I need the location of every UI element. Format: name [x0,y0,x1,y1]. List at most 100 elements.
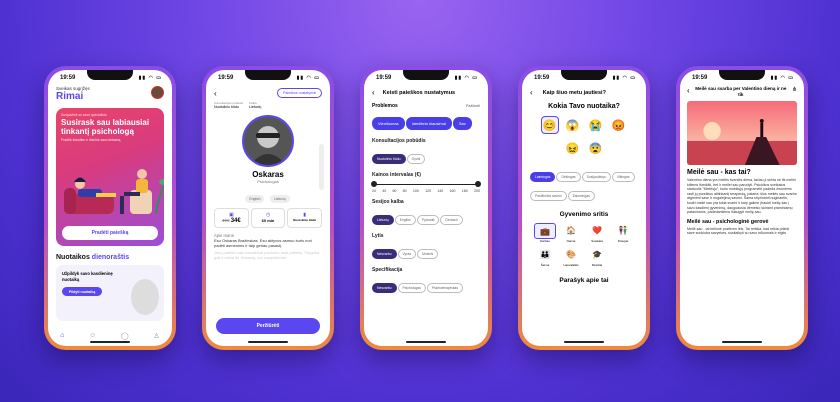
lang-chip: English [245,195,265,203]
spec-chip[interactable]: Psichoterapeutas [426,283,464,293]
area-home[interactable]: 🏠 Namai [560,223,582,243]
slider-handle-min[interactable] [371,181,377,187]
tick: 140 [437,189,444,193]
signal-battery-icon: ▮▮ ◠ ▭ [138,75,162,81]
area-health[interactable]: ❤️ Sveikata [586,223,608,243]
emoji-surprised-icon[interactable]: 😱 [564,116,582,134]
gender-chip[interactable]: Moteris [417,249,439,259]
back-icon[interactable]: ‹ [687,86,690,95]
area-work[interactable]: 💼 Darbas [534,223,556,243]
price-ticks: 20 40 60 80 100 120 140 160 180 200 [372,189,480,193]
lang-chip[interactable]: Deutsch [440,215,463,225]
area-friends[interactable]: 👫 Draugai [612,223,634,243]
mood-diary-title: Nuotaikos dienoraštis [56,254,164,261]
emoji-grid: 😊 😱 😭 😡 😖 😨 [530,116,638,157]
consult-chip[interactable]: Nuotoliniu būdu [372,154,406,164]
mood-chip[interactable]: Žaismingas [567,191,595,201]
avatar[interactable] [151,86,164,99]
mood-screen: 19:59 ▮▮ ◠ ▭ ‹ Kaip šiuo metu jautiesi? K… [522,70,646,346]
graduation-icon: 🎓 [592,250,602,259]
mood-chip[interactable]: Dėkingas [556,172,581,182]
phone-filters: 19:59 ▮▮ ◠ ▭ ‹ Keisti paieškos nustatymus… [360,66,492,350]
signal-battery-icon: ▮▮ ◠ ▭ [454,75,478,81]
lang-chip[interactable]: Русский [416,215,440,225]
back-icon[interactable]: ‹ [530,88,533,97]
about-more: Jūsų patirtis man kasdieniai pasirodo ra… [214,250,320,260]
tick: 160 [449,189,456,193]
phone-article: 19:59 ▮▮ ◠ ▭ ‹ Meilė sau svarba per Valen… [676,66,808,350]
emoji-sad-icon[interactable]: 😭 [587,116,605,134]
banner-title: Susirask sau labiausiai tinkantį psichol… [61,118,150,136]
see-all-link[interactable]: Pažiūrėti [466,104,480,108]
view-button[interactable]: Peržiūrėti [216,318,320,334]
tick: 100 [412,189,419,193]
mood-chip[interactable]: Susijaudinęs [581,172,611,182]
duration-card: ◷ 60 min [250,208,286,228]
tick: 20 [372,189,376,193]
emoji-anxious-icon[interactable]: 😖 [564,139,582,157]
home-indicator [406,341,446,343]
old-price: 49€ [221,218,230,223]
smile-icon[interactable]: ☺ [89,332,96,340]
area-label: Mokslai [591,263,603,267]
fill-mood-button[interactable]: Pildyti nuotaiką [62,287,102,296]
mood-card: Užpildyk savo kasdieninę nuotaiką Pildyt… [56,265,164,321]
notch [561,70,607,80]
article-heading: Meilė sau - kas tai? [687,169,751,176]
life-area-title: Gyvenimo sritis [559,211,609,218]
emoji-fearful-icon[interactable]: 😨 [587,139,605,157]
area-studies[interactable]: 🎓 Mokslai [586,247,608,267]
tick: 60 [392,189,397,193]
life-area-grid: 💼 Darbas 🏠 Namai ❤️ Sveikata 👫 Draugai 👪 Šeim… [530,223,638,267]
chat-icon[interactable]: ◯ [121,332,129,340]
emoji-angry-icon[interactable]: 😡 [610,116,628,134]
back-icon[interactable]: ‹ [214,89,217,98]
mood-chip[interactable]: Viltingas [611,172,635,182]
mood-card-text: Užpildyk savo kasdieninę nuotaiką [62,271,113,282]
language-title: Sesijos kalba [372,199,404,205]
spec-chip[interactable]: Psichologas [397,283,426,293]
house-icon: 🏠 [566,226,576,235]
spec-chip[interactable]: Nesvarbu [372,283,397,293]
area-label: Darbas [540,239,550,243]
consult-value: Nuotoliniu būdu [214,105,239,109]
lang-chip[interactable]: English [394,215,416,225]
article-screen: 19:59 ▮▮ ◠ ▭ ‹ Meilė sau svarba per Valen… [680,70,804,346]
gender-chip[interactable]: Nesvarbu [372,249,397,259]
bottom-nav: ⌂ ☺ ◯ ♙ [48,332,172,340]
consult-chip[interactable]: Gyvai [406,154,426,164]
gender-title: Lytis [372,233,384,239]
mood-chip[interactable]: Pasitikintis savimi [530,191,567,201]
mood-chip[interactable]: Laimingas [530,172,556,182]
lang-chip[interactable]: Lietuvių [372,215,394,225]
problem-chip[interactable]: Sav [452,117,472,130]
home-icon[interactable]: ⌂ [60,332,64,340]
slider-handle-max[interactable] [475,181,481,187]
area-label: Šeima [540,263,550,267]
home-indicator [564,341,604,343]
share-icon[interactable]: ⋔ [792,86,797,93]
profile-screen: 19:59 ▮▮ ◠ ▭ ‹ Paieškos nustatymai Konsul… [206,70,330,346]
problem-chip[interactable]: Vienišumas [372,117,405,130]
search-settings-button[interactable]: Paieškos nustatymai [277,88,322,98]
tick: 200 [473,189,480,193]
status-time: 19:59 [376,75,392,81]
gender-chip[interactable]: Vyras [397,249,417,259]
psychologist-name: Oskaras [252,170,284,179]
start-search-button[interactable]: Pradėti paiešką [62,226,158,240]
banner-tag: Susipažink su savo specialistu [61,113,107,117]
area-leisure[interactable]: 🎨 Laisvalaikis [560,247,582,267]
write-about-title: Parašyk apie tai [559,277,609,284]
price-slider[interactable] [371,181,481,187]
phone-home: 19:59 ▮▮ ◠ ▭ Sveikas sugrįžęs Rimai Susip… [44,66,176,350]
mood-title-accent: dienoraštis [91,254,130,261]
area-label: Sveikata [591,239,603,243]
article-image [687,101,797,165]
back-icon[interactable]: ‹ [372,88,375,97]
banner-subtitle: Pradėk šiandien ir išsirink savo tinkamą [61,138,121,142]
problem-chip[interactable]: Identiteto klausimai [405,117,452,130]
area-family[interactable]: 👪 Šeima [534,247,556,267]
user-name: Rimai [56,91,84,102]
profile-icon[interactable]: ♙ [153,332,159,340]
emoji-happy-icon[interactable]: 😊 [540,116,559,134]
